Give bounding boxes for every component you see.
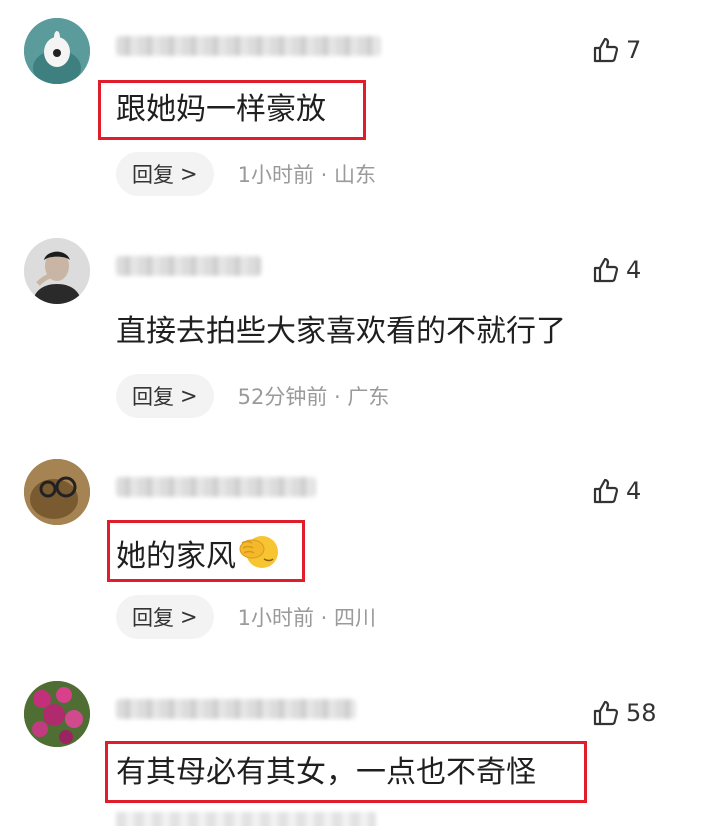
comment-text-row: 她的家风 bbox=[116, 533, 282, 580]
reply-button[interactable]: 回复 > bbox=[116, 374, 214, 418]
like-count: 4 bbox=[626, 256, 642, 284]
next-comment-blurred bbox=[116, 812, 376, 826]
comment-meta: 1小时前 · 山东 bbox=[237, 163, 376, 187]
comment-meta: 1小时前 · 四川 bbox=[237, 606, 376, 630]
comment-item: 58 有其母必有其女，一点也不奇怪 bbox=[0, 681, 707, 826]
comment-item: 7 跟她妈一样豪放 回复 > 1小时前 · 山东 bbox=[0, 18, 707, 208]
reply-button[interactable]: 回复 > bbox=[116, 595, 214, 639]
thumbs-up-icon bbox=[592, 477, 620, 505]
thumbs-up-icon bbox=[592, 699, 620, 727]
comment-item: 4 直接去拍些大家喜欢看的不就行了 回复 > 52分钟前 · 广东 bbox=[0, 238, 707, 428]
like-button[interactable]: 58 bbox=[592, 699, 657, 727]
reply-button[interactable]: 回复 > bbox=[116, 152, 214, 196]
thumbs-up-icon bbox=[592, 36, 620, 64]
flower-avatar-icon[interactable] bbox=[24, 681, 90, 747]
username-blurred[interactable] bbox=[116, 699, 356, 719]
reply-label: 回复 bbox=[132, 163, 174, 187]
comment-actions: 回复 > 1小时前 · 山东 bbox=[116, 152, 376, 196]
username-blurred[interactable] bbox=[116, 477, 316, 497]
like-count: 7 bbox=[626, 36, 642, 64]
chevron-right-icon: > bbox=[180, 162, 198, 186]
reply-label: 回复 bbox=[132, 385, 174, 409]
reply-label: 回复 bbox=[132, 606, 174, 630]
chevron-right-icon: > bbox=[180, 605, 198, 629]
like-button[interactable]: 4 bbox=[592, 256, 641, 284]
like-count: 4 bbox=[626, 477, 642, 505]
chevron-right-icon: > bbox=[180, 384, 198, 408]
teal-cartoon-avatar-icon[interactable] bbox=[24, 18, 90, 84]
comment-text: 她的家风 bbox=[116, 538, 236, 574]
like-count: 58 bbox=[626, 699, 657, 727]
comment-text: 直接去拍些大家喜欢看的不就行了 bbox=[116, 314, 566, 349]
thumbs-up-icon bbox=[592, 256, 620, 284]
comment-item: 4 她的家风 回复 > 1小时前 · 四川 bbox=[0, 459, 707, 649]
username-blurred[interactable] bbox=[116, 256, 261, 276]
comment-meta: 52分钟前 · 广东 bbox=[237, 385, 390, 409]
comment-actions: 回复 > 52分钟前 · 广东 bbox=[116, 374, 389, 418]
like-button[interactable]: 7 bbox=[592, 36, 641, 64]
facepalm-emoji-icon bbox=[238, 533, 282, 580]
man-portrait-avatar-icon[interactable] bbox=[24, 238, 90, 304]
comment-actions: 回复 > 1小时前 · 四川 bbox=[116, 595, 376, 639]
comment-list: 7 跟她妈一样豪放 回复 > 1小时前 · 山东 4 直接去拍些大家喜欢看的不就… bbox=[0, 0, 707, 826]
comment-text: 有其母必有其女，一点也不奇怪 bbox=[116, 755, 536, 790]
like-button[interactable]: 4 bbox=[592, 477, 641, 505]
username-blurred[interactable] bbox=[116, 36, 381, 56]
sunglasses-avatar-icon[interactable] bbox=[24, 459, 90, 525]
comment-text: 跟她妈一样豪放 bbox=[116, 92, 326, 127]
